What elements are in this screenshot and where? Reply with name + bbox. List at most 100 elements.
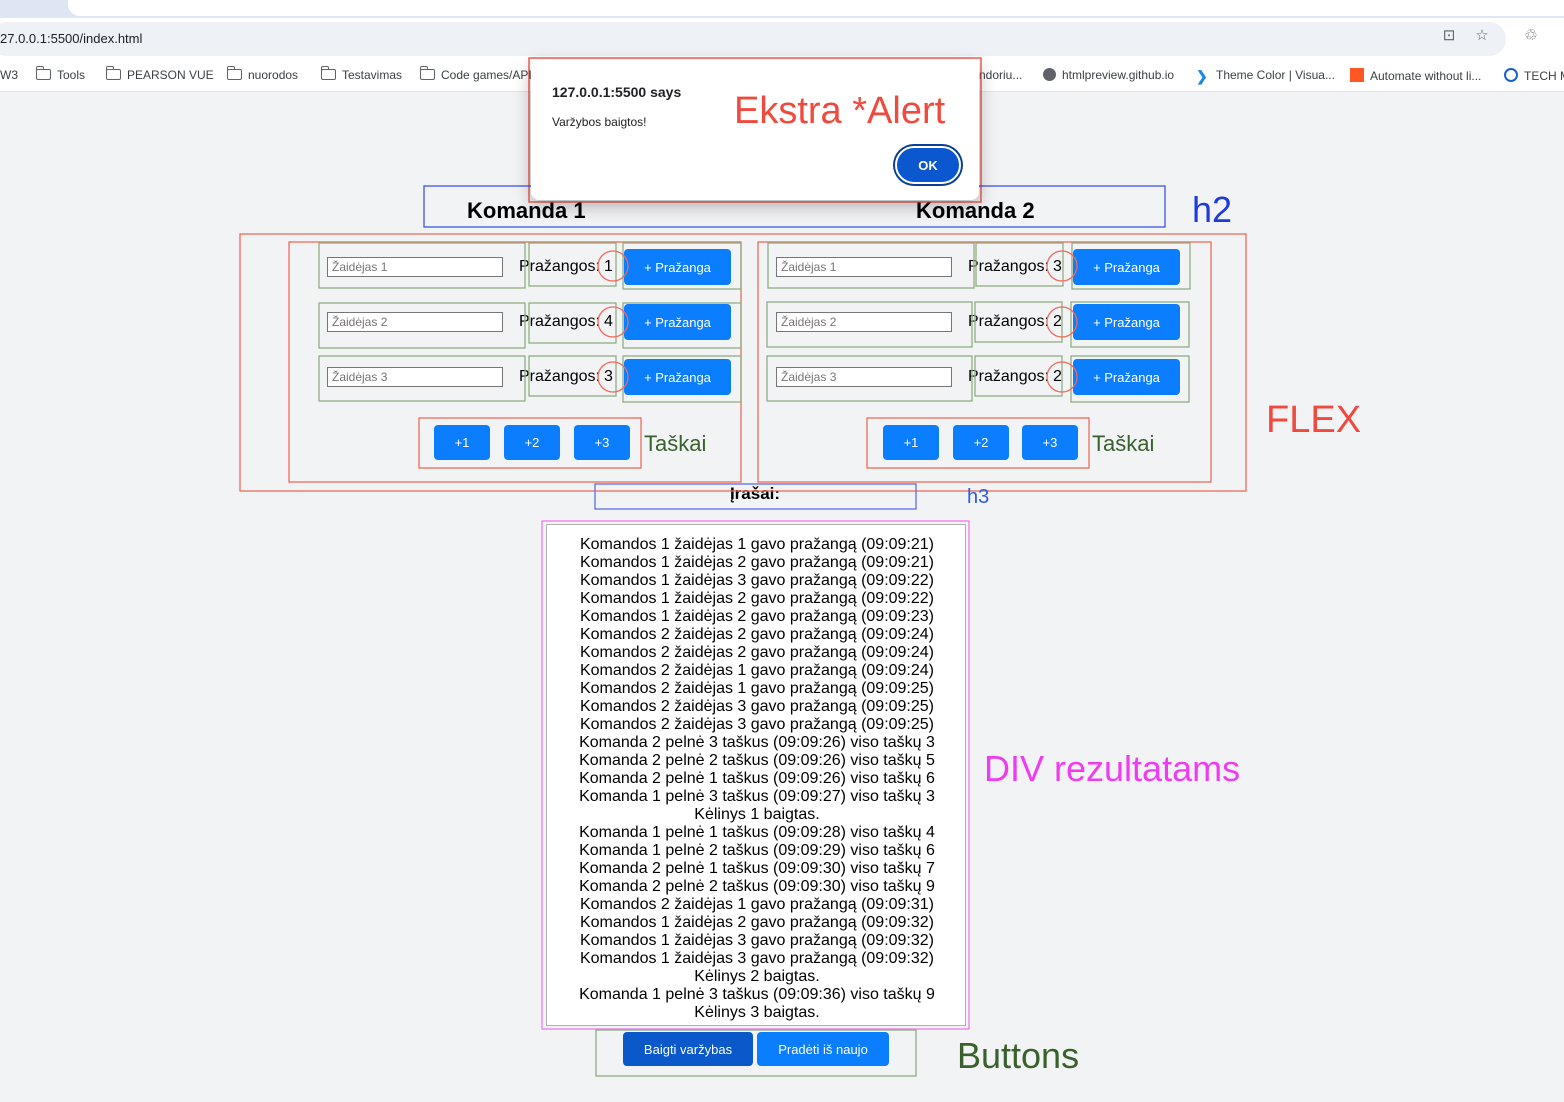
address-bar[interactable]: 27.0.0.1:5500/index.html — [0, 22, 1506, 56]
results-annotation-label: DIV rezultatams — [984, 748, 1241, 789]
folder-icon — [320, 66, 336, 80]
folder-icon — [226, 66, 242, 80]
log-entry: Komandos 2 žaidėjas 3 gavo pražangą (09:… — [579, 716, 934, 733]
bookmark-folder-pearson[interactable]: PEARSON VUE — [105, 66, 214, 82]
team-2-player-3-input[interactable] — [776, 367, 952, 387]
log-entry: Komanda 2 pelnė 1 taškus (09:09:30) viso… — [579, 860, 935, 877]
team-2-plus-2-button[interactable]: +2 — [953, 425, 1009, 460]
bookmark-star-icon[interactable]: ☆ — [1473, 27, 1491, 45]
ring-icon — [1504, 68, 1518, 82]
flex-annotation-label: FLEX — [1266, 399, 1362, 441]
team-2-plus-3-button[interactable]: +3 — [1022, 425, 1078, 460]
team-1-player-2-fouls-label: Pražangos: — [519, 313, 600, 330]
folder-icon — [419, 66, 435, 80]
log-entry: Komandos 1 žaidėjas 3 gavo pražangą (09:… — [579, 950, 934, 967]
team-1-player-1-foul-button[interactable]: + Pražanga — [624, 249, 731, 285]
alert-origin: 127.0.0.1:5500 says — [552, 84, 682, 100]
folder-icon — [35, 66, 51, 80]
team-1-player-2-input[interactable] — [327, 312, 503, 332]
folder-icon — [105, 66, 121, 80]
url-text[interactable]: 27.0.0.1:5500/index.html — [0, 31, 142, 46]
h2-annotation-label: h2 — [1192, 189, 1233, 230]
finish-match-button[interactable]: Baigti varžybas — [623, 1032, 753, 1066]
team-1-heading: Komanda 1 — [467, 198, 586, 223]
browser-toolbar: 27.0.0.1:5500/index.html ⊡ ☆ ♲ — [0, 18, 1564, 60]
square-logo-icon — [1350, 68, 1364, 82]
team-2-heading: Komanda 2 — [916, 198, 1035, 223]
log-entry: Komanda 2 pelnė 2 taškus (09:09:30) viso… — [579, 878, 935, 895]
log-entry: Komanda 1 pelnė 2 taškus (09:09:29) viso… — [579, 842, 935, 859]
log-entry: Komandos 2 žaidėjas 2 gavo pražangą (09:… — [579, 644, 934, 661]
extension-icon[interactable]: ♲ — [1522, 27, 1540, 45]
log-entry: Komandos 2 žaidėjas 1 gavo pražangą (09:… — [579, 662, 934, 679]
h3-annotation-label: h3 — [967, 486, 990, 508]
log-entry: Komanda 2 pelnė 1 taškus (09:09:26) viso… — [579, 770, 935, 787]
log-entry: Komandos 1 žaidėjas 3 gavo pražangą (09:… — [579, 572, 934, 589]
log-entry: Komandos 2 žaidėjas 1 gavo pražangą (09:… — [579, 680, 934, 697]
log-entry: Komandos 1 žaidėjas 2 gavo pražangą (09:… — [579, 554, 934, 571]
vscode-icon: ❯ — [1196, 68, 1208, 84]
log-entry: Komanda 1 pelnė 1 taškus (09:09:28) viso… — [579, 824, 935, 841]
bookmark-folder-codegames[interactable]: Code games/API — [419, 66, 532, 82]
log-entry: Komandos 1 žaidėjas 3 gavo pražangą (09:… — [579, 932, 934, 949]
bookmark-themecolor[interactable]: ❯ Theme Color | Visua... — [1196, 68, 1335, 83]
team-2-player-2-foul-button[interactable]: + Pražanga — [1073, 304, 1180, 340]
team-1-plus-2-button[interactable]: +2 — [504, 425, 560, 460]
team-2-player-3-foul-button[interactable]: + Pražanga — [1073, 359, 1180, 395]
bookmark-folder-tools[interactable]: Tools — [35, 66, 85, 82]
results-log: Komandos 1 žaidėjas 1 gavo pražangą (09:… — [546, 524, 966, 1026]
log-entry: Komandos 2 žaidėjas 1 gavo pražangą (09:… — [579, 896, 934, 913]
log-entry: Komanda 2 pelnė 2 taškus (09:09:26) viso… — [579, 752, 935, 769]
log-entry: Kėlinys 3 baigtas. — [694, 1004, 820, 1021]
tab-strip — [0, 0, 1564, 18]
team-2-player-2-fouls-count: 2 — [1053, 313, 1062, 330]
team-1-player-3-fouls-count: 3 — [604, 368, 613, 385]
team-2-player-1-fouls-count: 3 — [1053, 258, 1062, 275]
team-1-player-3-fouls-label: Pražangos: — [519, 368, 600, 385]
team-1-player-1-fouls-count: 1 — [604, 258, 613, 275]
team-1-player-3-input[interactable] — [327, 367, 503, 387]
bookmark-automate[interactable]: Automate without li... — [1350, 68, 1481, 83]
globe-icon — [1043, 68, 1056, 81]
team-1-player-2-foul-button[interactable]: + Pražanga — [624, 304, 731, 340]
log-entry: Kėlinys 1 baigtas. — [694, 806, 820, 823]
log-entry: Komanda 1 pelnė 3 taškus (09:09:36) viso… — [579, 986, 935, 1003]
active-tab[interactable] — [68, 0, 1564, 16]
team-1-plus-3-button[interactable]: +3 — [574, 425, 630, 460]
team-2-player-1-fouls-label: Pražangos: — [968, 258, 1049, 275]
alert-ok-button[interactable]: OK — [895, 146, 961, 184]
alert-annotation-label: Ekstra *Alert — [734, 90, 946, 132]
bookmark-item[interactable]: ndoriu... — [979, 68, 1022, 82]
alert-dialog: 127.0.0.1:5500 says Varžybos baigtos! OK… — [531, 60, 979, 200]
log-entry: Komandos 1 žaidėjas 2 gavo pražangą (09:… — [579, 590, 934, 607]
log-entry: Komandos 2 žaidėjas 2 gavo pražangą (09:… — [579, 626, 934, 643]
entries-heading: Įrašai: — [729, 484, 781, 503]
bookmark-tech[interactable]: TECH M — [1504, 68, 1564, 83]
log-entry: Komandos 1 žaidėjas 2 gavo pražangą (09:… — [579, 608, 934, 625]
restart-button[interactable]: Pradėti iš naujo — [757, 1032, 889, 1066]
team-1-player-1-input[interactable] — [327, 257, 503, 277]
log-entry: Komanda 1 pelnė 3 taškus (09:09:27) viso… — [579, 788, 935, 805]
translate-icon[interactable]: ⊡ — [1440, 27, 1458, 45]
team-2-plus-1-button[interactable]: +1 — [883, 425, 939, 460]
log-lines: Komandos 1 žaidėjas 1 gavo pražangą (09:… — [547, 536, 965, 1022]
team-2-player-2-input[interactable] — [776, 312, 952, 332]
bookmark-item[interactable]: W3 — [0, 68, 18, 82]
buttons-annotation-label: Buttons — [957, 1035, 1080, 1076]
team-2-player-1-foul-button[interactable]: + Pražanga — [1073, 249, 1180, 285]
team-1-player-1-fouls-label: Pražangos: — [519, 258, 600, 275]
bookmark-folder-nuorodos[interactable]: nuorodos — [226, 66, 298, 82]
log-entry: Komandos 2 žaidėjas 3 gavo pražangą (09:… — [579, 698, 934, 715]
team-2-player-3-fouls-label: Pražangos: — [968, 368, 1049, 385]
bookmark-htmlpreview[interactable]: htmlpreview.github.io — [1043, 68, 1174, 82]
team-1-player-3-foul-button[interactable]: + Pražanga — [624, 359, 731, 395]
log-entry: Komanda 2 pelnė 3 taškus (09:09:26) viso… — [579, 734, 935, 751]
alert-message: Varžybos baigtos! — [552, 115, 647, 129]
log-entry: Kėlinys 2 baigtas. — [694, 968, 820, 985]
team-2-player-3-fouls-count: 2 — [1053, 368, 1062, 385]
team-1-plus-1-button[interactable]: +1 — [434, 425, 490, 460]
team-2-player-1-input[interactable] — [776, 257, 952, 277]
bookmark-folder-testavimas[interactable]: Testavimas — [320, 66, 402, 82]
team-1-points-label: Taškai — [644, 431, 707, 456]
log-entry: Komandos 1 žaidėjas 2 gavo pražangą (09:… — [579, 914, 934, 931]
